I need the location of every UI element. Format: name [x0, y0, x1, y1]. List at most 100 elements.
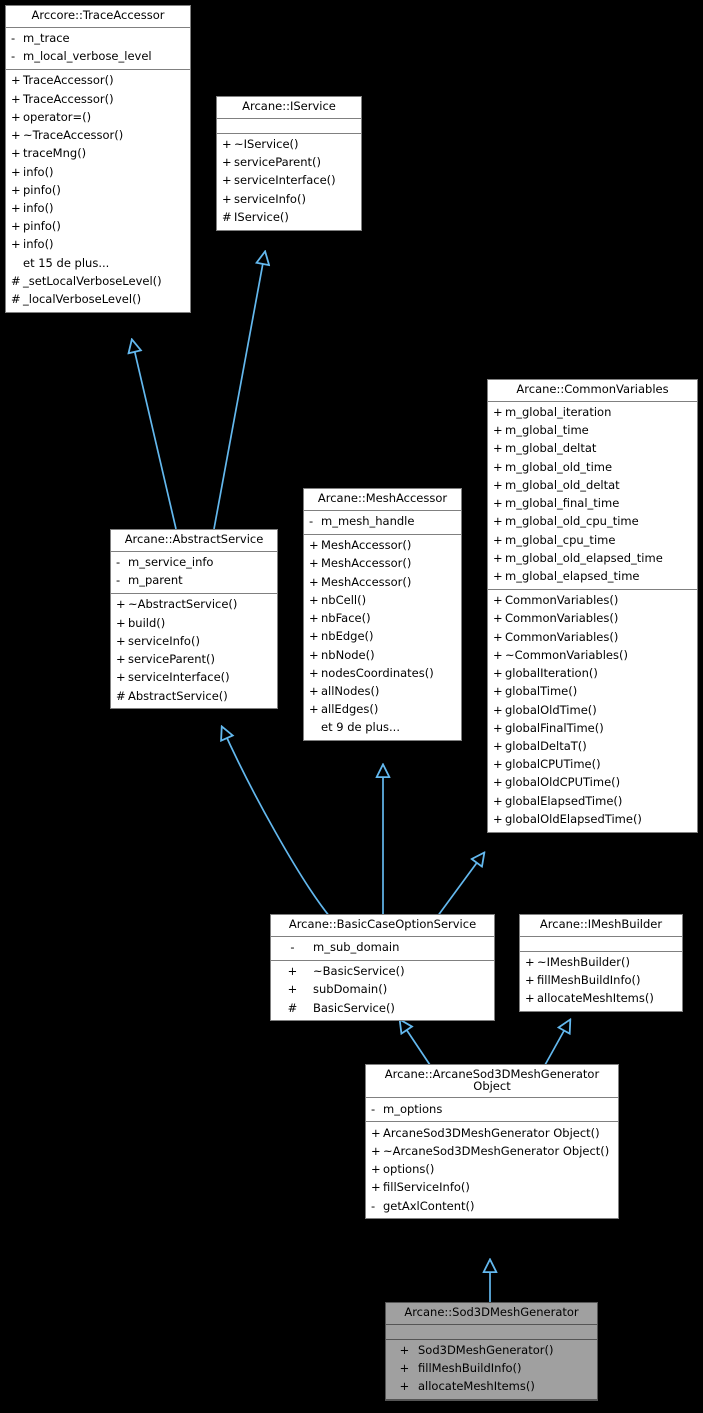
member-name: CommonVariables() — [505, 629, 619, 644]
class-member-row: + MeshAccessor() — [304, 537, 461, 555]
member-name: MeshAccessor() — [321, 556, 412, 571]
methods-compartment: + ~IService() + serviceParent() + serviceInte… — [217, 134, 361, 230]
class-member-row: + serviceParent() — [217, 154, 361, 172]
member-name: options() — [383, 1162, 435, 1177]
class-member-row: + globalElapsedTime() — [488, 792, 697, 810]
member-name: allocateMeshItems() — [418, 1379, 535, 1394]
class-member-row: + fillServiceInfo() — [366, 1179, 618, 1197]
class-node-imesh-builder[interactable]: Arcane::IMeshBuilder + ~IMeshBuilder() + fi… — [519, 914, 683, 1013]
member-visibility: + — [11, 200, 21, 215]
class-node-arcane-sod3d-mesh-generator-object[interactable]: Arcane::ArcaneSod3DMeshGenerator Object … — [365, 1064, 619, 1220]
class-node-abstract-service[interactable]: Arcane::AbstractService - m_service_info -… — [110, 529, 278, 710]
member-name: m_global_old_elapsed_time — [505, 550, 663, 565]
member-visibility: + — [493, 702, 503, 717]
class-member-row: + globalOldElapsedTime() — [488, 810, 697, 828]
member-visibility: + — [493, 629, 503, 644]
class-member-row: + nodesCoordinates() — [304, 664, 461, 682]
class-member-row: + serviceInterface() — [111, 669, 277, 687]
member-visibility: + — [11, 128, 21, 143]
member-visibility: # — [222, 209, 232, 224]
class-title: Arcane::AbstractService — [111, 530, 277, 552]
class-member-row: + traceMng() — [6, 145, 190, 163]
class-node-sod3d-mesh-generator[interactable]: Arcane::Sod3DMeshGenerator + Sod3DMeshGen… — [385, 1302, 598, 1402]
member-visibility: + — [493, 793, 503, 808]
member-name: m_global_iteration — [505, 405, 612, 419]
class-member-row: - getAxlContent() — [366, 1197, 618, 1215]
member-name: ~BasicService() — [313, 964, 405, 979]
member-name: m_global_time — [505, 423, 589, 438]
class-member-row: + m_global_time — [488, 422, 697, 440]
class-member-row: + m_global_old_cpu_time — [488, 513, 697, 531]
class-member-row: + info() — [6, 236, 190, 254]
class-node-basic-case-option-service[interactable]: Arcane::BasicCaseOptionService - m_sub_do… — [270, 914, 495, 1022]
member-name: globalOldCPUTime() — [505, 775, 621, 790]
member-visibility: + — [116, 597, 126, 612]
class-node-iservice[interactable]: Arcane::IService + ~IService() + servicePar… — [216, 96, 362, 231]
class-member-row: + allocateMeshItems() — [386, 1378, 597, 1396]
member-name: nbFace() — [321, 611, 371, 626]
member-name: allocateMeshItems() — [537, 991, 654, 1006]
member-visibility: + — [493, 459, 503, 474]
member-visibility: + — [493, 550, 503, 565]
attributes-compartment — [386, 1325, 597, 1340]
class-member-row: + nbNode() — [304, 646, 461, 664]
member-name: m_service_info — [128, 555, 214, 569]
class-member-row: # IService() — [217, 208, 361, 226]
class-member-row: + serviceInfo() — [111, 632, 277, 650]
member-visibility: + — [11, 109, 21, 124]
member-name: globalOldTime() — [505, 702, 597, 717]
member-visibility: + — [309, 556, 319, 571]
member-visibility: + — [116, 670, 126, 685]
member-visibility: + — [525, 973, 535, 988]
class-member-row: - m_service_info — [111, 554, 277, 572]
member-name: CommonVariables() — [505, 611, 619, 626]
class-member-row: + globalFinalTime() — [488, 719, 697, 737]
member-visibility: + — [399, 1361, 410, 1376]
class-title: Arcane::IMeshBuilder — [520, 915, 682, 937]
class-member-row: + nbFace() — [304, 610, 461, 628]
member-name: m_local_verbose_level — [23, 49, 152, 64]
class-node-common-variables[interactable]: Arcane::CommonVariables + m_global_iterat… — [487, 379, 698, 833]
member-visibility: + — [309, 665, 319, 680]
class-member-row: + build() — [111, 614, 277, 632]
class-member-row: + Sod3DMeshGenerator() — [386, 1342, 597, 1360]
member-visibility: + — [525, 991, 535, 1006]
class-member-row: + serviceInterface() — [217, 172, 361, 190]
member-name: serviceInfo() — [128, 633, 200, 648]
member-name: m_global_cpu_time — [505, 532, 616, 547]
member-visibility: + — [399, 1379, 410, 1394]
attributes-compartment: - m_trace - m_local_verbose_level — [6, 28, 190, 70]
methods-compartment: + TraceAccessor() + TraceAccessor() + operato… — [6, 70, 190, 312]
member-visibility: + — [371, 1143, 381, 1158]
class-member-row: et 9 de plus... — [304, 719, 461, 737]
member-visibility: + — [493, 593, 503, 608]
edge-sod3dobject-imeshbuilder — [544, 1020, 570, 1066]
member-visibility: + — [309, 611, 319, 626]
class-node-trace-accessor[interactable]: Arccore::TraceAccessor - m_trace - m_local_… — [5, 5, 191, 313]
member-visibility: + — [493, 720, 503, 735]
class-member-row: + CommonVariables() — [488, 592, 697, 610]
member-visibility: + — [399, 1343, 410, 1357]
member-visibility: + — [309, 683, 319, 698]
member-visibility: + — [371, 1125, 381, 1140]
member-name: serviceInfo() — [234, 191, 306, 206]
member-name: fillServiceInfo() — [383, 1180, 470, 1195]
class-node-mesh-accessor[interactable]: Arcane::MeshAccessor - m_mesh_handle + Mes… — [303, 488, 462, 742]
methods-compartment: + MeshAccessor() + MeshAccessor() + MeshAcces… — [304, 535, 461, 740]
member-visibility: + — [11, 182, 21, 197]
member-name: et 9 de plus... — [321, 720, 400, 735]
member-visibility: + — [371, 1162, 381, 1177]
class-member-row: + TraceAccessor() — [6, 90, 190, 108]
member-visibility: - — [290, 940, 295, 954]
member-visibility: - — [371, 1101, 376, 1116]
member-name: IService() — [234, 209, 289, 224]
member-name: fillMeshBuildInfo() — [418, 1361, 522, 1376]
member-name: info() — [23, 200, 54, 215]
class-member-row: + MeshAccessor() — [304, 555, 461, 573]
attributes-compartment: + m_global_iteration + m_global_time + m_glob… — [488, 402, 697, 590]
member-name: m_global_old_deltat — [505, 477, 620, 492]
class-member-row: - m_trace — [6, 30, 190, 48]
class-member-row: # _setLocalVerboseLevel() — [6, 272, 190, 290]
class-member-row: + ~BasicService() — [271, 963, 494, 981]
member-visibility: + — [493, 684, 503, 699]
